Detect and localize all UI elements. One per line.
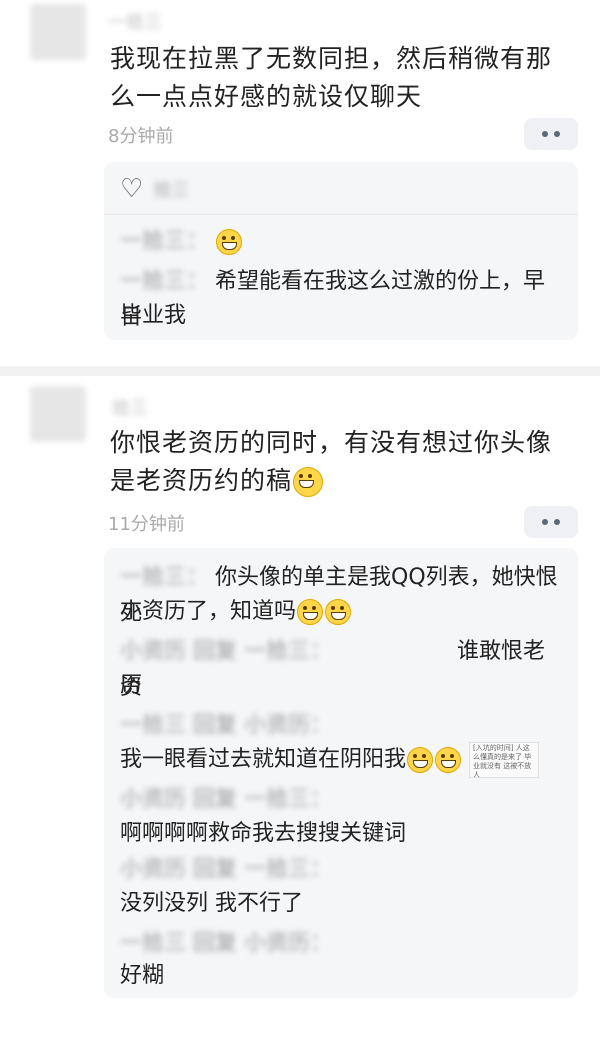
post-divider xyxy=(0,366,600,376)
reply-item[interactable]: 小资历 回复 一拾三： xyxy=(120,782,566,818)
more-button[interactable] xyxy=(524,118,578,150)
like-names: 拾三 xyxy=(153,180,190,201)
more-dot-icon xyxy=(554,131,560,137)
grin-emoji-icon xyxy=(293,467,324,497)
reply-author[interactable]: 小资历 回复 一拾三： xyxy=(120,782,332,818)
username[interactable]: 一拾三 xyxy=(108,8,162,34)
like-row: ♡ 拾三 xyxy=(120,176,189,202)
post-text-span: 是老资历约的稿 xyxy=(110,466,293,495)
timestamp: 11分钟前 xyxy=(108,514,185,535)
reply-box: ♡ 拾三 一拾三： 一拾三： 希望能看在我这么过激的份上，早日 毕业我 xyxy=(104,162,578,340)
timestamp: 8分钟前 xyxy=(108,126,174,147)
reply-author[interactable]: 一拾三： xyxy=(120,560,208,596)
reply-text: 我一眼看过去就知道在阴阳我 xyxy=(120,747,407,772)
sticker-image[interactable]: [入坑的时间] 人这么懂真的是来了 毕业就没有 这被不放人 xyxy=(469,742,540,778)
post-text-line: 是老资历约的稿 xyxy=(110,462,552,500)
grin-emoji-icon xyxy=(325,599,352,625)
reply-author[interactable]: 一拾三： xyxy=(120,264,208,300)
reply-item[interactable]: 一拾三： xyxy=(120,224,566,260)
reply-text-cont: 好糊 xyxy=(120,963,165,988)
reply-author[interactable]: 小资历 回复 一拾三： xyxy=(120,634,450,670)
post-text-line: 么一点点好感的就设仅聊天 xyxy=(110,82,423,111)
reply-text-cont: 毕业我 xyxy=(120,303,187,328)
grin-emoji-icon xyxy=(297,599,324,625)
reply-author[interactable]: 一拾三 回复 小资历： xyxy=(120,708,332,744)
post-text-line: 你恨老资历的同时，有没有想过你头像 xyxy=(110,428,553,457)
reply-text-cont: 小资历了，知道吗 xyxy=(120,594,566,630)
more-dot-icon xyxy=(542,131,548,137)
reply-text-cont: 啊啊啊啊救命我去搜搜关键词 xyxy=(120,821,407,846)
reply-text: 小资历了，知道吗 xyxy=(120,599,297,624)
reply-item[interactable]: 一拾三 回复 小资历： xyxy=(120,708,566,744)
avatar[interactable] xyxy=(30,4,86,60)
reply-text-cont: 没列没列 我不行了 xyxy=(120,891,303,916)
avatar[interactable] xyxy=(30,386,86,442)
more-dot-icon xyxy=(542,519,548,525)
reply-item[interactable]: 一拾三 回复 小资历： xyxy=(120,926,566,962)
reply-author[interactable]: 小资历 回复 一拾三： xyxy=(120,852,332,888)
reply-author[interactable]: 一拾三： xyxy=(120,224,208,260)
grin-emoji-icon xyxy=(435,747,462,773)
divider xyxy=(104,214,578,215)
reply-item[interactable]: 小资历 回复 一拾三： xyxy=(120,852,566,888)
more-dot-icon xyxy=(554,519,560,525)
grin-emoji-icon xyxy=(407,747,434,773)
username[interactable]: 拾三 xyxy=(112,394,148,420)
grin-emoji-icon xyxy=(216,229,243,255)
post-text-line: 我现在拉黑了无数同担，然后稍微有那 xyxy=(110,44,553,73)
reply-author[interactable]: 一拾三 回复 小资历： xyxy=(120,926,332,962)
more-button[interactable] xyxy=(524,506,578,538)
reply-text-cont: 历 xyxy=(120,673,143,698)
reply-text-cont: 我一眼看过去就知道在阴阳我 [入坑的时间] 人这么懂真的是来了 毕业就没有 这被… xyxy=(120,742,566,778)
heart-icon[interactable]: ♡ xyxy=(120,176,143,202)
reply-box: 一拾三： 你头像的单主是我QQ列表，她快恨死 小资历了，知道吗 小资历 回复 一… xyxy=(104,548,578,998)
post-text: 我现在拉黑了无数同担，然后稍微有那 么一点点好感的就设仅聊天 xyxy=(110,40,552,116)
post-text: 你恨老资历的同时，有没有想过你头像 是老资历约的稿 xyxy=(110,424,552,500)
